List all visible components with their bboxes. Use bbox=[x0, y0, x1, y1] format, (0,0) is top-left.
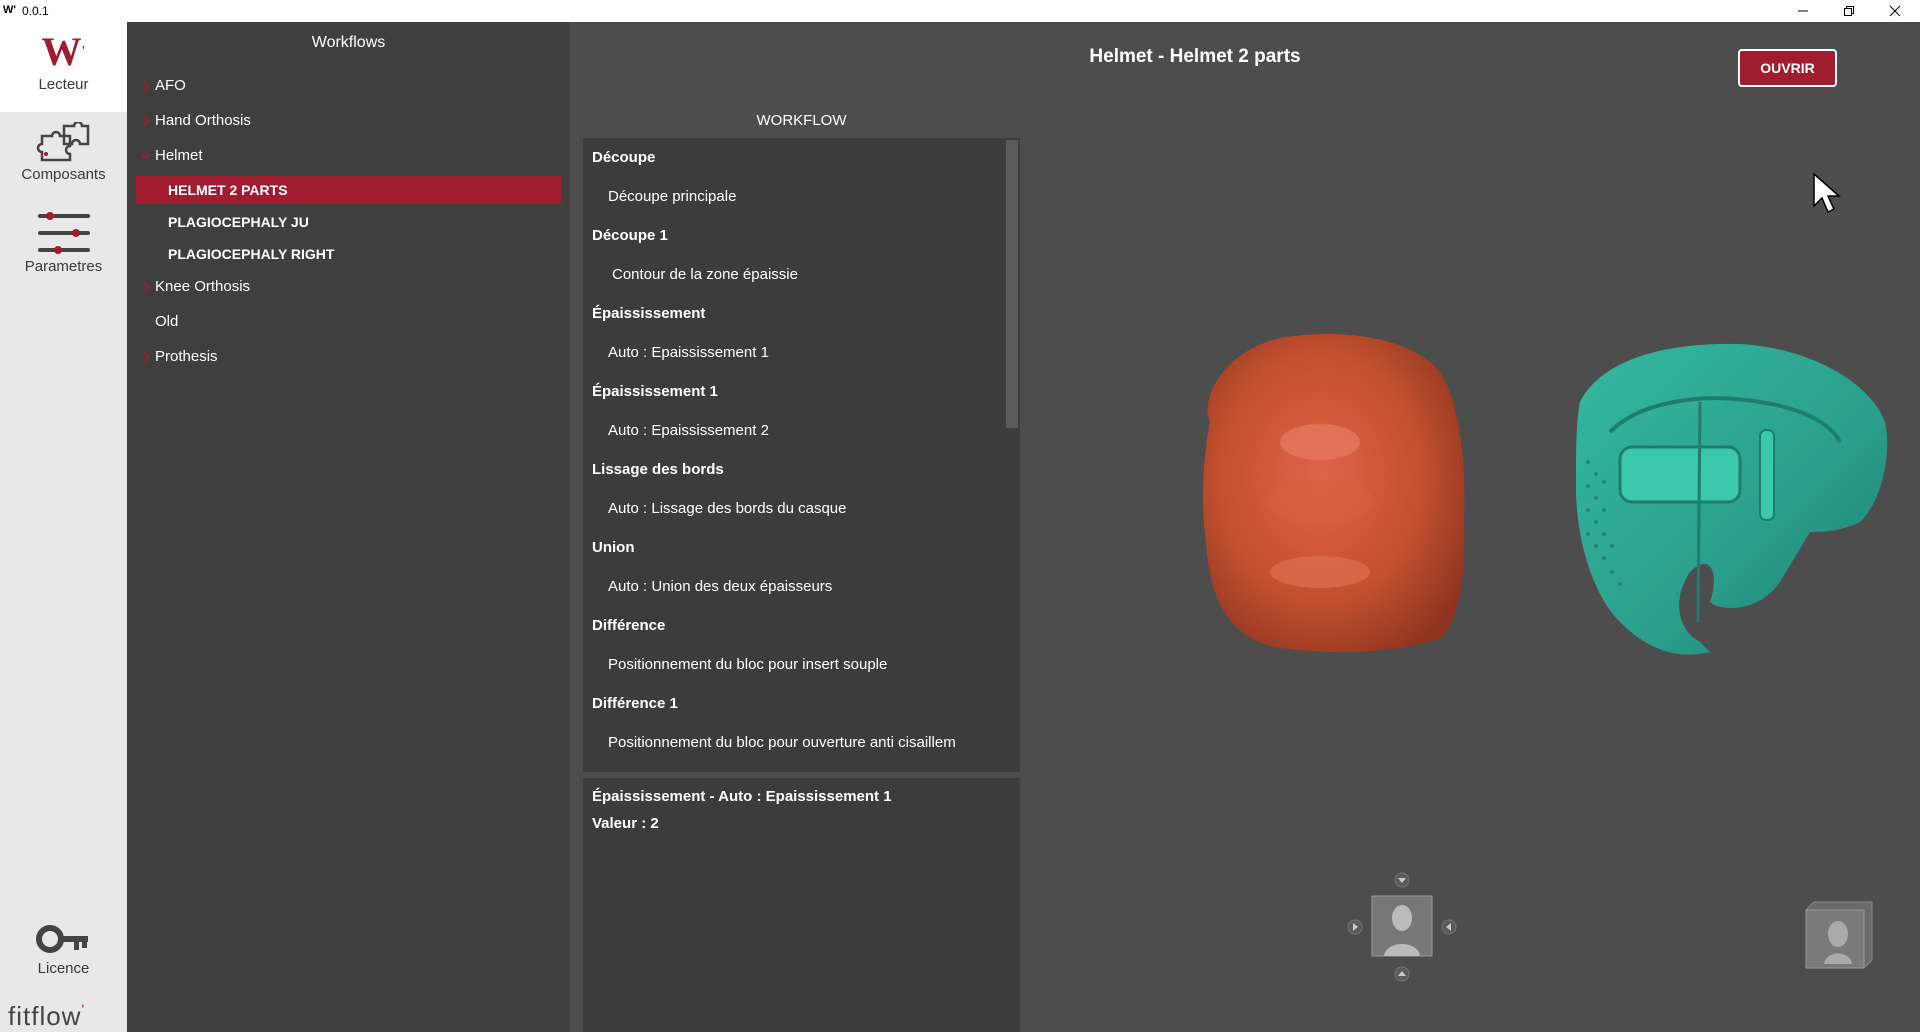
workflow-scrollbar[interactable] bbox=[1006, 140, 1018, 428]
tree-item-label: Prothesis bbox=[155, 348, 218, 365]
rail-item-parametres[interactable]: Parametres bbox=[0, 208, 127, 288]
workflow-group[interactable]: Différence 1 bbox=[592, 684, 678, 723]
rail-item-label: Lecteur bbox=[38, 76, 89, 93]
chevron-right-icon bbox=[143, 80, 150, 92]
tree-item-afo[interactable]: AFO bbox=[143, 72, 186, 100]
workflow-step[interactable]: Découpe principale bbox=[608, 177, 736, 216]
tree-item-label: Knee Orthosis bbox=[155, 278, 251, 295]
restore-button[interactable] bbox=[1826, 0, 1872, 22]
tree-item-label: PLAGIOCEPHALY RIGHT bbox=[168, 246, 335, 262]
mouse-cursor-icon bbox=[1813, 172, 1841, 214]
rail-item-licence[interactable]: Licence bbox=[0, 922, 127, 1002]
workflow-group[interactable]: Différence bbox=[592, 606, 665, 645]
workflow-step[interactable]: Contour de la zone épaissie bbox=[612, 255, 798, 294]
close-button[interactable] bbox=[1872, 0, 1918, 22]
tree-item-label: HELMET 2 PARTS bbox=[168, 182, 288, 198]
workflow-group[interactable]: Lissage des bords bbox=[592, 450, 724, 489]
chevron-right-icon bbox=[143, 351, 150, 363]
minimize-icon bbox=[1798, 10, 1808, 12]
tree-item-label: Helmet bbox=[155, 147, 203, 164]
sliders-icon bbox=[37, 212, 90, 254]
orientation-cube[interactable] bbox=[1802, 900, 1876, 972]
brand-logo: fitflow' bbox=[8, 1001, 86, 1031]
helmet-model[interactable] bbox=[1575, 343, 1888, 655]
view-navigator[interactable] bbox=[1342, 872, 1462, 982]
title-bar: W' 0.0.1 bbox=[0, 0, 1920, 22]
tree-item-helmet-2-parts[interactable]: HELMET 2 PARTS bbox=[136, 176, 561, 204]
page-title: Helmet - Helmet 2 parts bbox=[1089, 46, 1301, 67]
tree-item-helmet[interactable]: Helmet bbox=[141, 142, 203, 170]
rail-item-composants[interactable]: Composants bbox=[0, 122, 127, 202]
tree-item-old[interactable]: Old bbox=[155, 308, 178, 336]
workflow-group[interactable]: Épaississement 1 bbox=[592, 372, 718, 411]
chevron-down-icon bbox=[141, 153, 151, 160]
workflow-group[interactable]: Découpe 1 bbox=[592, 216, 668, 255]
workflow-step[interactable]: Auto : Epaississement 1 bbox=[608, 333, 769, 372]
step-detail-value: Valeur : 2 bbox=[592, 815, 659, 832]
rail-item-lecteur[interactable]: W' Lecteur bbox=[0, 22, 127, 112]
rail-item-label: Licence bbox=[37, 960, 90, 977]
minimize-button[interactable] bbox=[1780, 0, 1826, 22]
rail-item-label: Composants bbox=[21, 166, 106, 183]
workflow-step[interactable]: Auto : Epaississement 2 bbox=[608, 411, 769, 450]
chevron-right-icon bbox=[143, 115, 150, 127]
workflow-group[interactable]: Épaississement bbox=[592, 294, 705, 333]
head-model[interactable] bbox=[1203, 334, 1465, 653]
workflow-step[interactable]: Auto : Lissage des bords du casque bbox=[608, 489, 847, 528]
workflows-header: Workflows bbox=[311, 34, 386, 51]
tree-item-knee-orthosis[interactable]: Knee Orthosis bbox=[143, 273, 251, 301]
w-logo-icon: W' bbox=[41, 29, 86, 74]
main-area: Helmet - Helmet 2 parts OUVRIR WORKFLOW … bbox=[570, 22, 1920, 1032]
navigation-rail: W' Lecteur Composants Parametres Licence bbox=[0, 22, 127, 1032]
tree-item-label: AFO bbox=[155, 77, 186, 94]
tree-item-plagiocephaly-ju[interactable]: PLAGIOCEPHALY JU bbox=[168, 208, 309, 236]
key-icon bbox=[35, 925, 88, 953]
puzzle-icon bbox=[36, 122, 89, 162]
step-detail-panel: Épaississement - Auto : Epaississement 1… bbox=[583, 778, 1020, 1032]
open-button[interactable]: OUVRIR bbox=[1738, 49, 1837, 87]
chevron-right-icon bbox=[143, 281, 150, 293]
tree-item-hand-orthosis[interactable]: Hand Orthosis bbox=[143, 107, 251, 135]
3d-viewport[interactable] bbox=[1020, 102, 1920, 1032]
restore-icon bbox=[1844, 6, 1854, 16]
tree-item-plagiocephaly-right[interactable]: PLAGIOCEPHALY RIGHT bbox=[168, 240, 334, 268]
rail-item-label: Parametres bbox=[24, 258, 103, 275]
tree-item-label: Old bbox=[155, 313, 179, 330]
workflow-step[interactable]: Auto : Union des deux épaisseurs bbox=[608, 567, 832, 606]
workflow-group[interactable]: Union bbox=[592, 528, 635, 567]
tree-item-prothesis[interactable]: Prothesis bbox=[143, 343, 218, 371]
workflow-step[interactable]: Positionnement du bloc pour ouverture an… bbox=[608, 723, 1010, 762]
workflow-step[interactable]: Positionnement du bloc pour insert soupl… bbox=[608, 645, 887, 684]
workflow-label: WORKFLOW bbox=[756, 112, 847, 129]
tree-item-label: PLAGIOCEPHALY JU bbox=[168, 214, 309, 230]
tree-item-label: Hand Orthosis bbox=[155, 112, 251, 129]
app-version: 0.0.1 bbox=[22, 4, 49, 18]
close-icon bbox=[1889, 5, 1901, 17]
workflow-steps-list[interactable]: Découpe Découpe principale Découpe 1 Con… bbox=[583, 138, 1020, 772]
app-icon: W' bbox=[3, 4, 16, 16]
step-detail-title: Épaississement - Auto : Epaississement 1 bbox=[592, 788, 892, 805]
workflows-panel: Workflows AFO Hand Orthosis Helmet HELME… bbox=[127, 22, 570, 1032]
workflow-group[interactable]: Découpe bbox=[592, 138, 655, 177]
